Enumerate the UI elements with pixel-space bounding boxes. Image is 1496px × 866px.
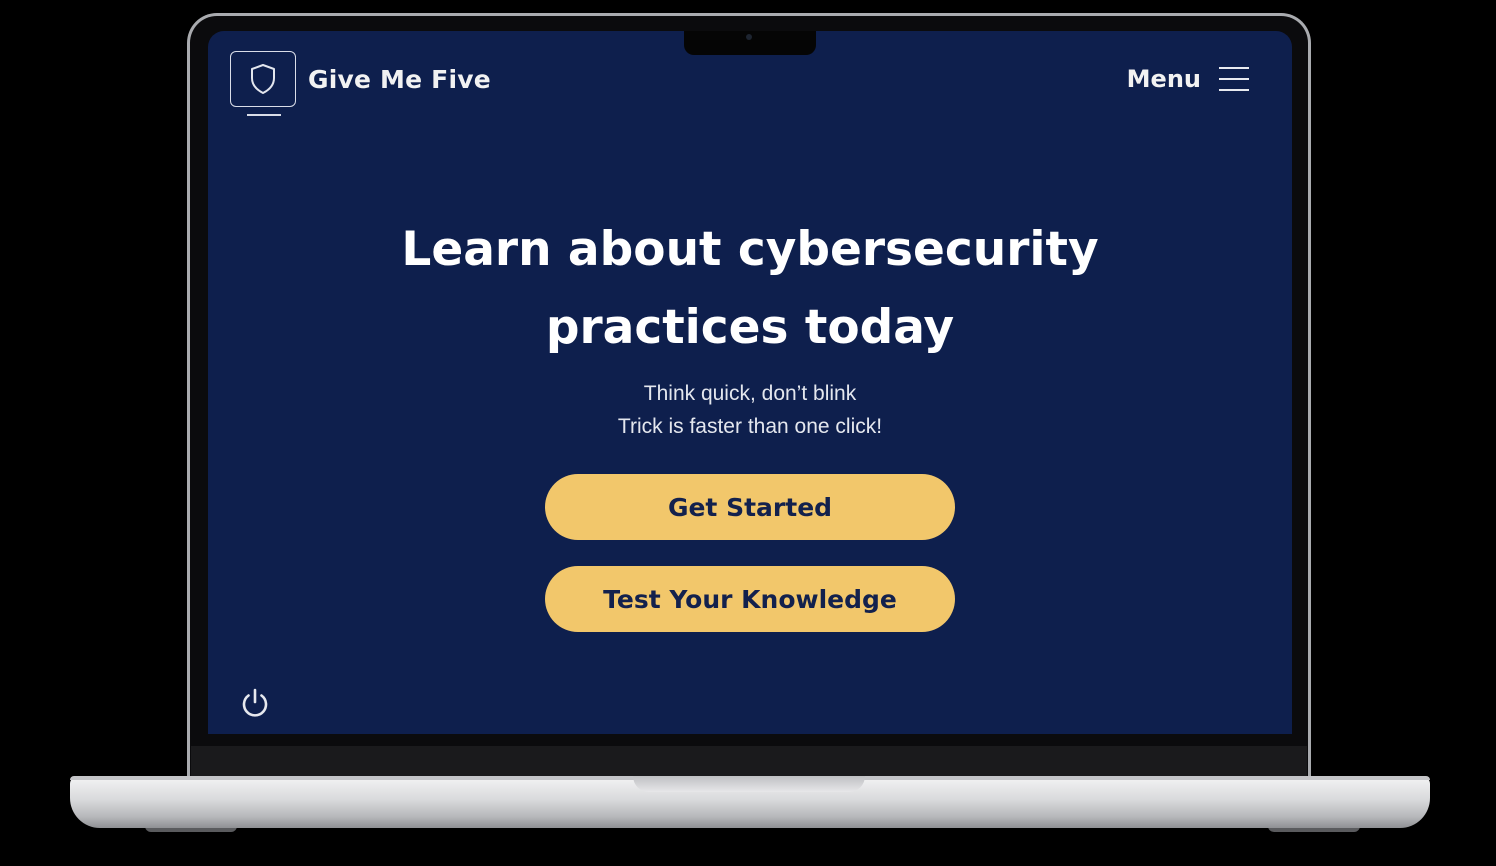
brand-name: Give Me Five [308,64,491,94]
power-button[interactable] [238,686,272,720]
get-started-button[interactable]: Get Started [545,474,955,540]
hero-headline: Learn about cybersecurity practices toda… [390,211,1110,367]
tagline-line-1: Think quick, don’t blink [643,382,857,405]
shield-icon [251,64,275,94]
laptop-mockup: Give Me Five Menu Learn about cybersecur… [0,0,1496,866]
laptop-screen: Give Me Five Menu Learn about cybersecur… [208,31,1292,734]
power-icon [242,688,268,717]
logo-monitor-stand [247,114,281,116]
tagline-line-2: Trick is faster than one click! [617,415,883,438]
laptop-opening-notch [633,776,865,792]
menu-button[interactable]: Menu [1127,65,1249,93]
hamburger-menu-icon[interactable] [1219,67,1249,91]
headline-line-2: practices today [545,300,955,355]
camera-icon [746,34,752,40]
menu-label: Menu [1126,65,1201,93]
hero-tagline: Think quick, don’t blink Trick is faster… [208,377,1292,443]
headline-line-1: Learn about cybersecurity [401,222,1099,277]
camera-notch [684,31,816,55]
test-your-knowledge-button[interactable]: Test Your Knowledge [545,566,955,632]
logo-monitor [230,51,296,116]
laptop-base [70,776,1430,828]
hero-section: Learn about cybersecurity practices toda… [208,211,1292,632]
brand[interactable]: Give Me Five [230,51,491,116]
laptop-hinge-strip [191,746,1307,778]
